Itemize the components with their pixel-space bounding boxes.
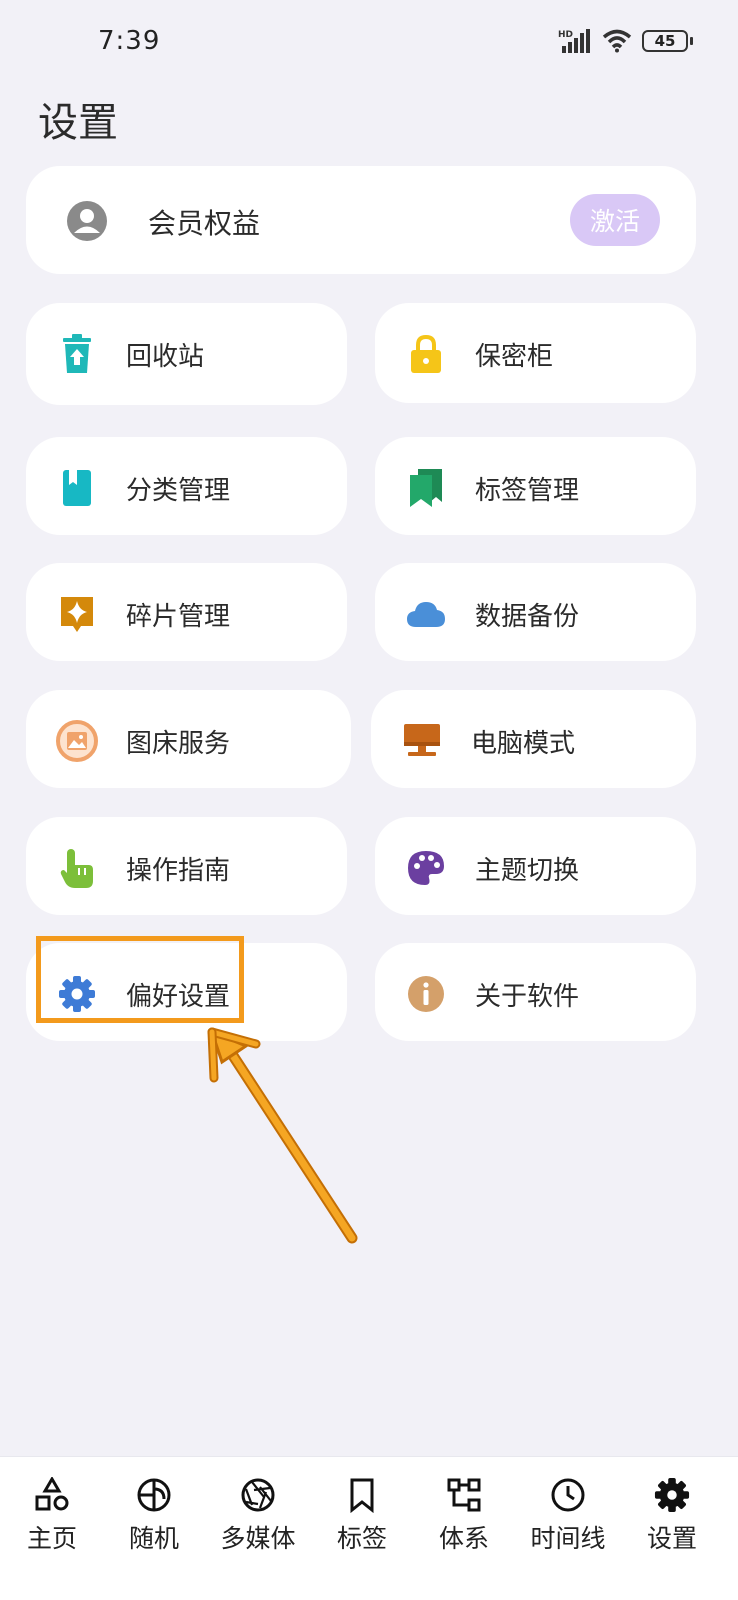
- cloud-icon: [405, 593, 447, 635]
- nav-settings[interactable]: 设置: [622, 1457, 722, 1600]
- desktop-icon: [401, 720, 443, 762]
- sparkle-icon: [56, 593, 98, 635]
- gear-icon: [654, 1477, 690, 1513]
- guide-item[interactable]: 操作指南: [26, 817, 347, 915]
- nav-system[interactable]: 体系: [414, 1457, 514, 1600]
- lock-icon: [405, 333, 447, 375]
- guide-label: 操作指南: [126, 856, 231, 886]
- bookmarks-icon: [405, 467, 447, 509]
- bottom-navigation: 主页 随机 多媒体 标签 体系 时间线 设置: [0, 1456, 738, 1600]
- nav-timeline[interactable]: 时间线: [518, 1457, 618, 1600]
- hand-pointer-icon: [56, 847, 98, 889]
- vault-label: 保密柜: [475, 342, 554, 372]
- nav-random-label: 随机: [128, 1524, 179, 1553]
- recycle-bin-label: 回收站: [126, 342, 205, 372]
- fragment-manage-item[interactable]: 碎片管理: [26, 563, 347, 661]
- nav-home-label: 主页: [26, 1524, 77, 1553]
- network-label: HD: [558, 30, 573, 40]
- bookmark-icon: [350, 1478, 374, 1513]
- highlight-box: [36, 936, 244, 1023]
- trash-icon: [56, 333, 98, 375]
- signal-icon: HD: [558, 29, 590, 53]
- image-hosting-label: 图床服务: [126, 729, 231, 759]
- desktop-mode-label: 电脑模式: [471, 729, 576, 759]
- about-label: 关于软件: [475, 982, 580, 1012]
- status-icons: HD 45: [558, 28, 693, 54]
- nav-media[interactable]: 多媒体: [208, 1457, 308, 1600]
- member-benefits-card[interactable]: 会员权益 激活: [26, 166, 696, 274]
- about-item[interactable]: 关于软件: [375, 943, 696, 1041]
- tag-manage-item[interactable]: 标签管理: [375, 437, 696, 535]
- status-time: 7:39: [98, 26, 161, 56]
- nav-settings-label: 设置: [646, 1524, 697, 1553]
- nav-timeline-label: 时间线: [530, 1524, 606, 1553]
- image-icon: [56, 720, 98, 762]
- nav-system-label: 体系: [438, 1524, 489, 1553]
- user-avatar-icon: [67, 201, 107, 241]
- random-icon: [137, 1478, 171, 1512]
- member-benefits-label: 会员权益: [148, 207, 261, 240]
- data-backup-label: 数据备份: [475, 602, 580, 632]
- aperture-icon: [241, 1478, 275, 1512]
- theme-switch-label: 主题切换: [475, 856, 580, 886]
- image-hosting-item[interactable]: 图床服务: [26, 690, 351, 788]
- book-icon: [56, 467, 98, 509]
- desktop-mode-item[interactable]: 电脑模式: [371, 690, 696, 788]
- nav-random[interactable]: 随机: [104, 1457, 204, 1600]
- hierarchy-icon: [447, 1478, 481, 1512]
- tag-manage-label: 标签管理: [475, 476, 580, 506]
- theme-switch-item[interactable]: 主题切换: [375, 817, 696, 915]
- nav-home[interactable]: 主页: [2, 1457, 102, 1600]
- page-title: 设置: [38, 100, 118, 146]
- nav-media-label: 多媒体: [220, 1524, 296, 1553]
- vault-item[interactable]: 保密柜: [375, 303, 696, 403]
- data-backup-item[interactable]: 数据备份: [375, 563, 696, 661]
- activate-button[interactable]: 激活: [570, 194, 660, 246]
- battery-indicator: 45: [642, 30, 693, 52]
- info-icon: [405, 973, 447, 1015]
- nav-tags-label: 标签: [336, 1524, 387, 1553]
- category-manage-label: 分类管理: [126, 476, 231, 506]
- category-manage-item[interactable]: 分类管理: [26, 437, 347, 535]
- fragment-manage-label: 碎片管理: [126, 602, 231, 632]
- status-bar: 7:39 HD 45: [0, 0, 738, 84]
- palette-icon: [405, 847, 447, 889]
- clock-icon: [551, 1478, 585, 1512]
- wifi-icon: [602, 29, 632, 53]
- home-shapes-icon: [35, 1477, 69, 1511]
- recycle-bin-item[interactable]: 回收站: [26, 303, 347, 405]
- nav-tags[interactable]: 标签: [312, 1457, 412, 1600]
